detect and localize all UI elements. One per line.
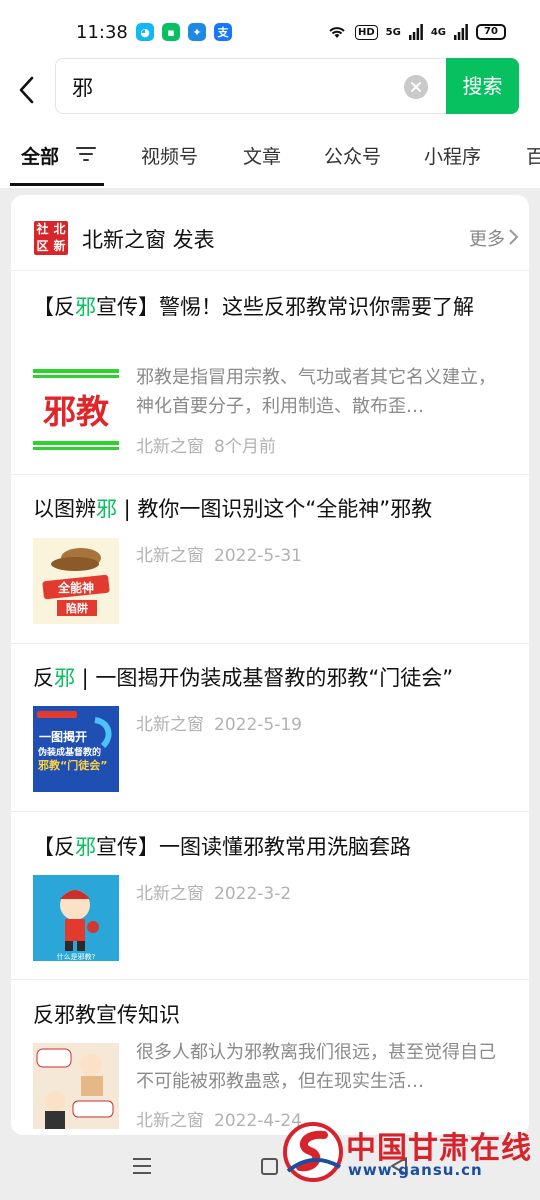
article-thumbnail — [33, 1043, 119, 1129]
article-meta: 北新之窗 2022-5-31 — [136, 546, 302, 566]
signal-bars-icon — [408, 24, 423, 40]
qq-icon: ◕ — [136, 23, 154, 41]
more-link[interactable]: 更多 — [469, 225, 505, 251]
article-title[interactable]: 【反邪宣传】一图读懂邪教常用洗脑套路 — [33, 831, 503, 863]
tab-mini-programs[interactable]: 小程序 — [424, 142, 481, 169]
search-header: 邪 搜索 — [0, 58, 540, 126]
wifi-icon — [329, 27, 345, 38]
search-tabs: 全部 视频号 文章 公众号 小程序 百 — [0, 126, 540, 188]
svg-text:陷阱: 陷阱 — [66, 601, 88, 615]
hd-badge: HD — [354, 24, 378, 40]
active-tab-indicator — [10, 183, 104, 186]
article-item[interactable]: 反邪 | 一图揭开伪装成基督教的邪教“门徒会” 一图揭开 伪装成基督教的 邪教“… — [11, 644, 529, 812]
signal-4g-label: 4G — [430, 26, 446, 38]
watermark-logo-icon — [283, 1122, 343, 1182]
logo-char: 北 — [53, 222, 66, 236]
article-title[interactable]: 反邪教宣传知识 — [33, 999, 503, 1031]
status-indicators: HD 5G 4G 70 — [327, 24, 506, 40]
article-title[interactable]: 以图辨邪 | 教你一图识别这个“全能神”邪教 — [33, 493, 503, 525]
watermark-url: www.gansu.cn — [348, 1161, 483, 1179]
article-meta: 北新之窗 2022-3-2 — [136, 884, 292, 904]
article-item[interactable]: 反邪教宣传知识 很多人都认为邪教离我们很远，甚至觉得自己不可能被邪教蛊惑，但在现… — [11, 980, 529, 1135]
filter-icon[interactable] — [76, 145, 96, 163]
article-title[interactable]: 反邪 | 一图揭开伪装成基督教的邪教“门徒会” — [33, 662, 503, 694]
article-item[interactable]: 【反邪宣传】一图读懂邪教常用洗脑套路 什么是邪教? 北新之窗 2022-3-2 — [11, 812, 529, 980]
status-time: 11:38 — [76, 22, 128, 43]
feather-app-icon: ✦ — [188, 23, 206, 41]
article-thumbnail: 什么是邪教? — [33, 875, 119, 961]
chevron-right-icon[interactable] — [507, 228, 519, 246]
article-meta: 北新之窗 8个月前 — [136, 437, 276, 457]
home-icon[interactable] — [261, 1158, 278, 1175]
alipay-icon: 支 — [214, 23, 232, 41]
wechat-icon: ▪ — [162, 23, 180, 41]
svg-text:什么是邪教?: 什么是邪教? — [57, 952, 96, 961]
article-thumbnail: 邪教 — [33, 367, 119, 453]
article-thumbnail: 全能神 陷阱 — [33, 538, 119, 624]
article-thumbnail: 一图揭开 伪装成基督教的 邪教“门徒会” — [33, 706, 119, 792]
status-bar: 11:38 ◕ ▪ ✦ 支 HD 5G 4G 70 — [0, 0, 540, 62]
account-header[interactable]: 社 北 区 新 北新之窗 发表 更多 — [11, 195, 529, 271]
back-arrow-icon[interactable] — [12, 70, 44, 110]
signal-5g-label: 5G — [385, 26, 401, 38]
article-item[interactable]: 以图辨邪 | 教你一图识别这个“全能神”邪教 全能神 陷阱 北新之窗 2022-5… — [11, 475, 529, 644]
article-meta: 北新之窗 2022-5-19 — [136, 715, 302, 735]
status-app-icons: ◕ ▪ ✦ 支 — [136, 23, 232, 41]
search-input[interactable]: 邪 — [55, 58, 446, 114]
tab-articles[interactable]: 文章 — [243, 142, 281, 169]
account-title: 北新之窗 发表 — [82, 228, 215, 252]
logo-char: 区 — [36, 239, 49, 253]
watermark: 中国甘肃在线 www.gansu.cn — [282, 1117, 532, 1193]
article-summary: 很多人都认为邪教离我们很远，甚至觉得自己不可能被邪教蛊惑，但在现实生活… — [136, 1042, 496, 1092]
signal-bars-icon-2 — [454, 24, 468, 40]
account-logo: 社 北 区 新 — [34, 221, 68, 255]
article-summary: 邪教是指冒用宗教、气功或者其它名义建立，神化首要分子，利用制造、散布歪… — [136, 367, 496, 417]
tab-official-accounts[interactable]: 公众号 — [324, 142, 381, 169]
clear-icon[interactable] — [404, 75, 428, 99]
article-item[interactable]: 【反邪宣传】警惕！这些反邪教常识你需要了解 邪教 邪教是指冒用宗教、气功或者其它… — [11, 271, 529, 475]
svg-text:全能神: 全能神 — [57, 580, 94, 595]
logo-char: 社 — [36, 222, 49, 236]
results-card: 社 北 区 新 北新之窗 发表 更多 【反邪宣传】警惕！这些反邪教常识你需要了解… — [11, 195, 529, 1135]
article-meta: 北新之窗 2022-4-24 — [136, 1111, 302, 1131]
logo-char: 新 — [53, 239, 66, 253]
battery-icon: 70 — [476, 24, 506, 40]
tab-all[interactable]: 全部 — [21, 142, 59, 169]
svg-text:一图揭开: 一图揭开 — [39, 729, 87, 744]
menu-icon[interactable] — [132, 1157, 152, 1175]
svg-text:伪装成基督教的: 伪装成基督教的 — [37, 746, 101, 758]
svg-text:邪教: 邪教 — [43, 392, 109, 431]
article-title[interactable]: 【反邪宣传】警惕！这些反邪教常识你需要了解 — [33, 291, 503, 323]
svg-text:邪教“门徒会”: 邪教“门徒会” — [37, 758, 107, 772]
tab-more[interactable]: 百 — [526, 142, 540, 169]
search-query-text[interactable]: 邪 — [72, 72, 93, 102]
search-button[interactable]: 搜索 — [446, 58, 519, 114]
tab-channels[interactable]: 视频号 — [141, 142, 198, 169]
